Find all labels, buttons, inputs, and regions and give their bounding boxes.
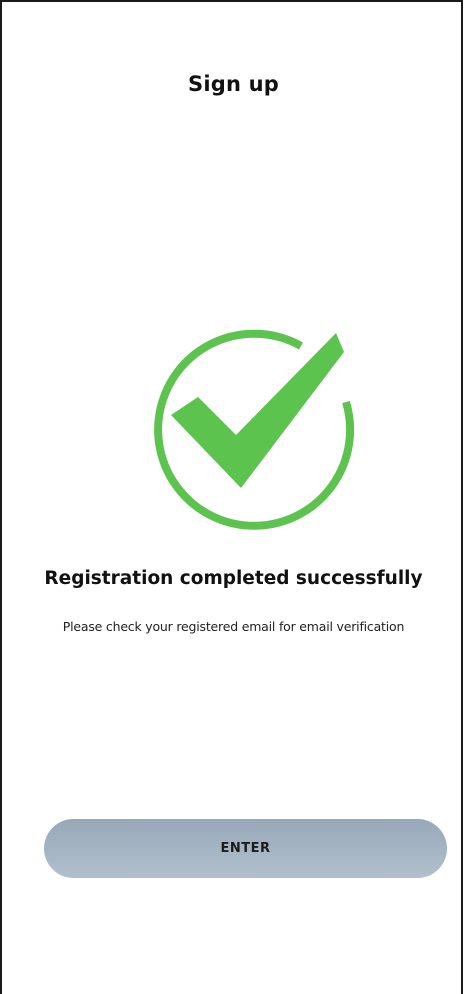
screen-frame: Sign up Registration completed successfu… [0, 0, 463, 994]
success-message: Please check your registered email for e… [62, 619, 405, 634]
success-title: Registration completed successfully [44, 568, 423, 589]
check-circle-icon [140, 320, 360, 530]
enter-button[interactable]: ENTER [44, 819, 447, 878]
page-title: Sign up [188, 72, 279, 96]
